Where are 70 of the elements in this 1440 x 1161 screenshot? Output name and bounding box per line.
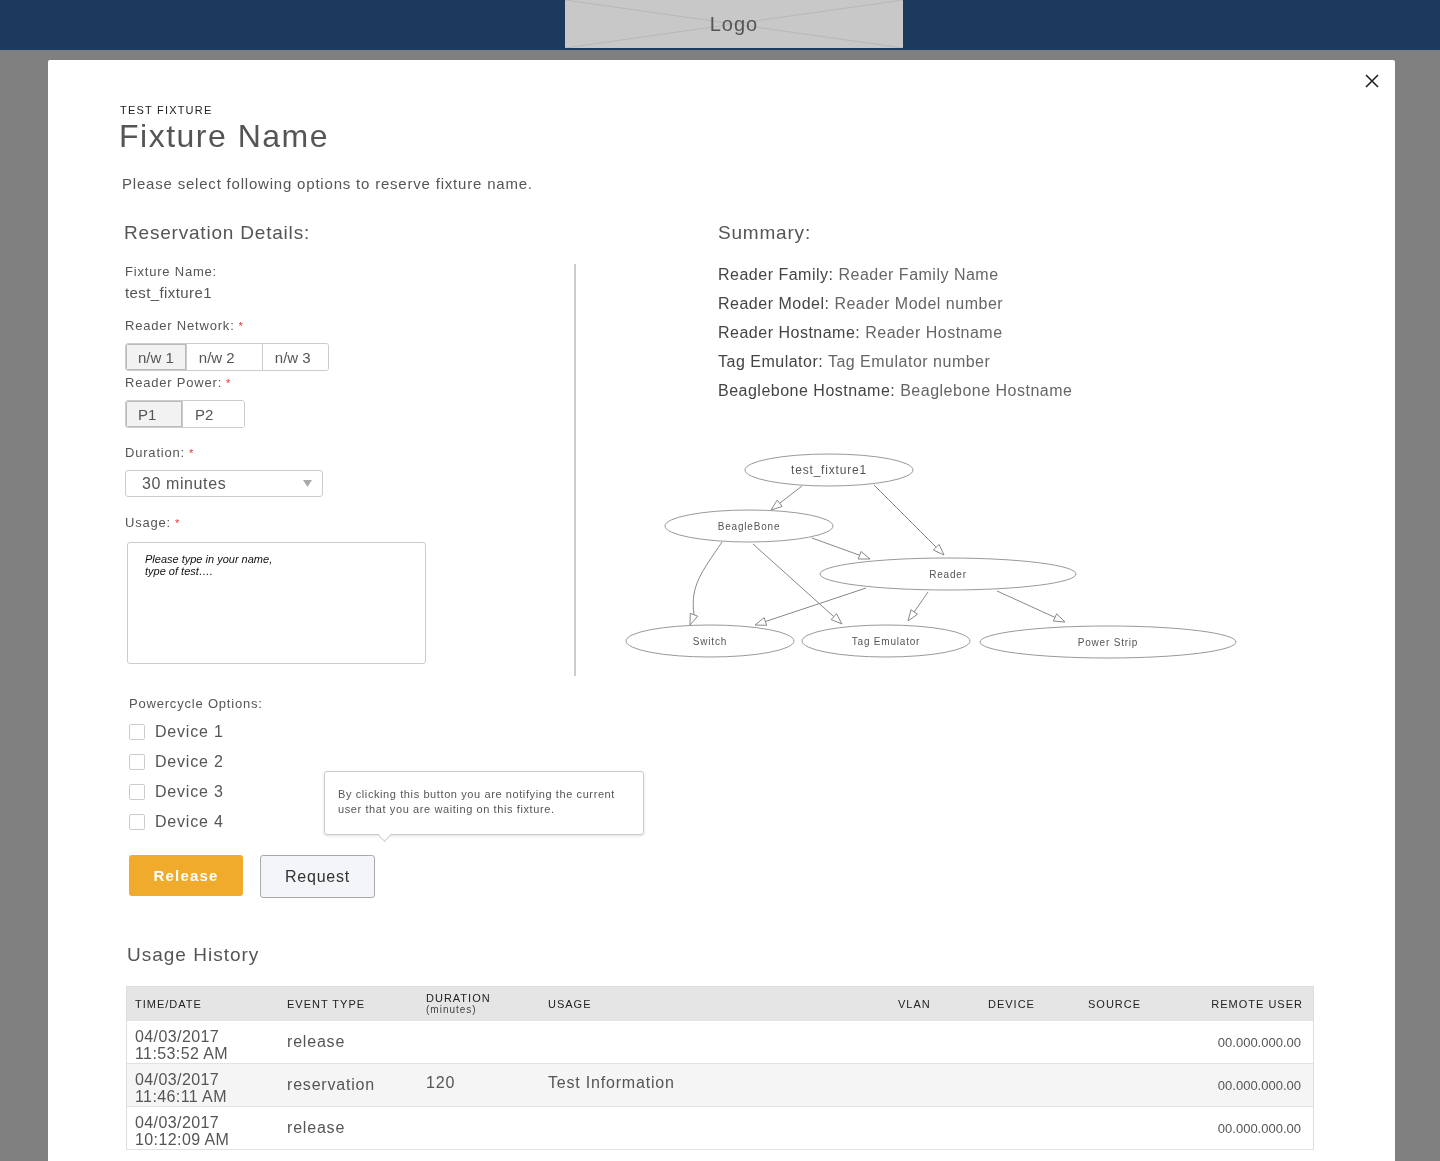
logo-text: Logo xyxy=(709,12,759,36)
request-button[interactable]: Request xyxy=(260,855,375,898)
required-mark: * xyxy=(238,320,244,332)
diagram-node: Reader xyxy=(819,557,1077,591)
column-header: DURATION (minutes) xyxy=(426,993,492,1015)
segment-option[interactable]: P1 xyxy=(126,401,182,427)
field-label: Usage: xyxy=(125,515,171,530)
summary-line: Tag Emulator: Tag Emulator number xyxy=(718,353,992,371)
close-icon xyxy=(1365,74,1379,88)
usage-field[interactable]: Please type in your name, type of test…. xyxy=(127,542,426,664)
connector-arrow xyxy=(873,484,945,556)
column-header: TIME/DATE xyxy=(135,998,203,1010)
table-cell-text: release xyxy=(287,1033,347,1051)
checkbox-label: Device 3 xyxy=(155,783,224,801)
field-label: Powercycle Options: xyxy=(129,696,264,711)
table-cell-text: 120 xyxy=(426,1074,457,1092)
checkbox-label: Device 2 xyxy=(155,753,224,771)
summary-line: Beaglebone Hostname: Beaglebone Hostname xyxy=(718,382,1074,400)
dropdown-caret-icon xyxy=(303,480,312,487)
checkbox[interactable] xyxy=(129,784,145,800)
dialog-subtitle: Please select following options to reserve fixture name. xyxy=(122,175,534,192)
connector-arrow xyxy=(770,485,803,511)
tooltip-text: By clicking this button you are notifying the current user that you are waiting on this fixture. xyxy=(338,787,616,817)
summary-line: Reader Family: Reader Family Name xyxy=(718,266,1000,284)
section-heading: Reservation Details: xyxy=(124,222,312,244)
field-label: Duration: xyxy=(125,445,185,460)
checkbox-label: Device 4 xyxy=(155,813,224,831)
column-header: EVENT TYPE xyxy=(287,998,367,1010)
segment-option[interactable]: P2 xyxy=(182,401,244,427)
table-cell-text: 00.000.000.00 xyxy=(1216,1034,1302,1050)
summary-line: Reader Model: Reader Model number xyxy=(718,295,1005,313)
segment-option[interactable]: n/w 1 xyxy=(126,344,186,370)
table-cell-text: 04/03/2017 10:12:09 AM xyxy=(135,1113,231,1148)
checkbox[interactable] xyxy=(129,814,145,830)
diagram-node: Power Strip xyxy=(979,625,1237,659)
table-cell-text: reservation xyxy=(287,1076,376,1094)
table-cell-text: 04/03/2017 11:53:52 AM xyxy=(135,1027,230,1062)
column-header: DEVICE xyxy=(988,998,1036,1010)
column-header: USAGE xyxy=(548,998,593,1010)
table-cell-text: 00.000.000.00 xyxy=(1216,1120,1302,1136)
required-mark: * xyxy=(175,517,181,529)
table-cell-text: 04/03/2017 11:46:11 AM xyxy=(135,1070,228,1105)
duration-dropdown[interactable]: 30 minutes xyxy=(125,470,323,497)
field-label: Reader Power: xyxy=(125,375,223,390)
column-header: VLAN xyxy=(898,998,932,1010)
checkbox-label: Device 1 xyxy=(155,723,224,741)
table-cell-text: Test Information xyxy=(548,1074,676,1092)
summary-line: Reader Hostname: Reader Hostname xyxy=(718,324,1004,342)
eyebrow-label: TEST FIXTURE xyxy=(120,104,214,116)
table-cell-text: 00.000.000.00 xyxy=(1216,1077,1302,1093)
field-label: Reader Network: xyxy=(125,318,235,333)
field-label: Fixture Name: xyxy=(125,264,219,279)
field-value: test_fixture1 xyxy=(125,284,213,301)
connector-arrow xyxy=(996,590,1066,623)
checkbox[interactable] xyxy=(129,724,145,740)
section-heading: Usage History xyxy=(127,944,261,966)
column-header: SOURCE xyxy=(1088,998,1143,1010)
checkbox[interactable] xyxy=(129,754,145,770)
segment-option[interactable]: n/w 3 xyxy=(261,344,328,370)
diagram-node: Tag Emulator xyxy=(801,624,971,658)
required-mark: * xyxy=(226,377,232,389)
diagram-node: Switch xyxy=(625,624,795,658)
column-header: REMOTE USER xyxy=(1210,998,1304,1010)
required-mark: * xyxy=(188,447,195,459)
diagram-node: BeagleBone xyxy=(664,509,834,543)
connector-arrow xyxy=(907,591,929,622)
dialog-title: Fixture Name xyxy=(119,118,331,155)
diagram-node: test_fixture1 xyxy=(744,453,914,487)
table-cell-text: release xyxy=(287,1119,347,1137)
section-heading: Summary: xyxy=(718,222,812,244)
